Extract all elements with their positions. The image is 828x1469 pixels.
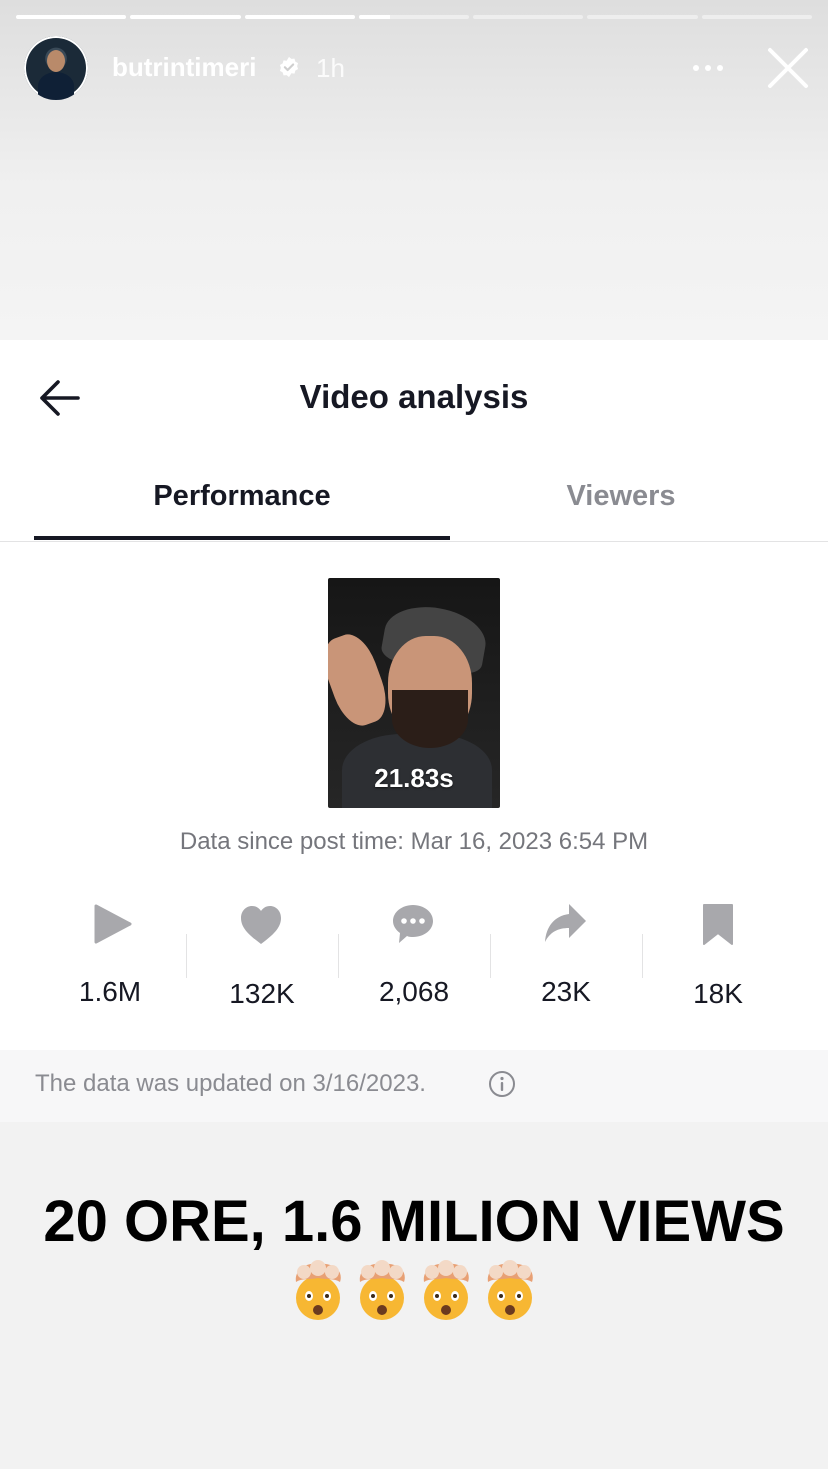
story-background: butrintimeri 1h [0, 0, 828, 340]
updated-text: The data was updated on 3/16/2023. [35, 1070, 426, 1097]
exploding-head-emoji-icon [295, 1260, 341, 1320]
exploding-head-emoji-icon [423, 1260, 469, 1320]
progress-segment [358, 15, 470, 19]
comment-icon [393, 905, 433, 943]
page-title: Video analysis [299, 378, 529, 415]
progress-segment [130, 15, 241, 19]
progress-segment [16, 15, 127, 19]
exploding-head-emoji-icon [359, 1260, 405, 1320]
stat-divider [186, 934, 187, 978]
avatar[interactable] [24, 36, 88, 100]
story-time: 1h [316, 53, 345, 83]
more-options-icon[interactable] [690, 54, 726, 82]
bookmark-icon [703, 904, 733, 945]
likes-count: 132K [229, 978, 295, 1009]
info-icon[interactable] [488, 1070, 516, 1098]
video-thumbnail[interactable]: 21.83s [328, 578, 500, 808]
story-username[interactable]: butrintimeri [112, 52, 256, 83]
exploding-head-emoji-icon [487, 1260, 533, 1320]
progress-segment [701, 15, 812, 19]
close-icon[interactable] [766, 46, 810, 90]
story-caption-area: 20 ORE, 1.6 MILION VIEWS [0, 1130, 828, 1469]
data-since-text: Data since post time: Mar 16, 2023 6:54 … [179, 828, 649, 855]
emoji-row [288, 1260, 548, 1326]
video-analysis-screen: Video analysis Performance Viewers 21.83… [0, 340, 828, 1050]
tab-performance[interactable]: Performance [34, 480, 450, 513]
stat-divider [490, 934, 491, 978]
story-progress-bar [16, 15, 812, 19]
active-tab-indicator [34, 536, 450, 540]
progress-segment [587, 15, 698, 19]
progress-segment [244, 15, 355, 19]
views-count: 1.6M [78, 976, 142, 1007]
play-icon [94, 904, 132, 944]
comments-count: 2,068 [378, 976, 450, 1007]
stat-divider [338, 934, 339, 978]
share-icon [545, 904, 586, 942]
data-update-notice: The data was updated on 3/16/2023. [0, 1050, 828, 1122]
video-duration: 21.83s [374, 763, 454, 793]
tab-viewers[interactable]: Viewers [414, 480, 828, 513]
progress-segment [473, 15, 584, 19]
verified-badge-icon [279, 56, 299, 78]
saves-count: 18K [693, 978, 743, 1009]
heart-icon [241, 906, 281, 944]
tab-divider [0, 541, 828, 542]
story-caption: 20 ORE, 1.6 MILION VIEWS [43, 1189, 785, 1254]
stat-divider [642, 934, 643, 978]
shares-count: 23K [541, 976, 591, 1007]
